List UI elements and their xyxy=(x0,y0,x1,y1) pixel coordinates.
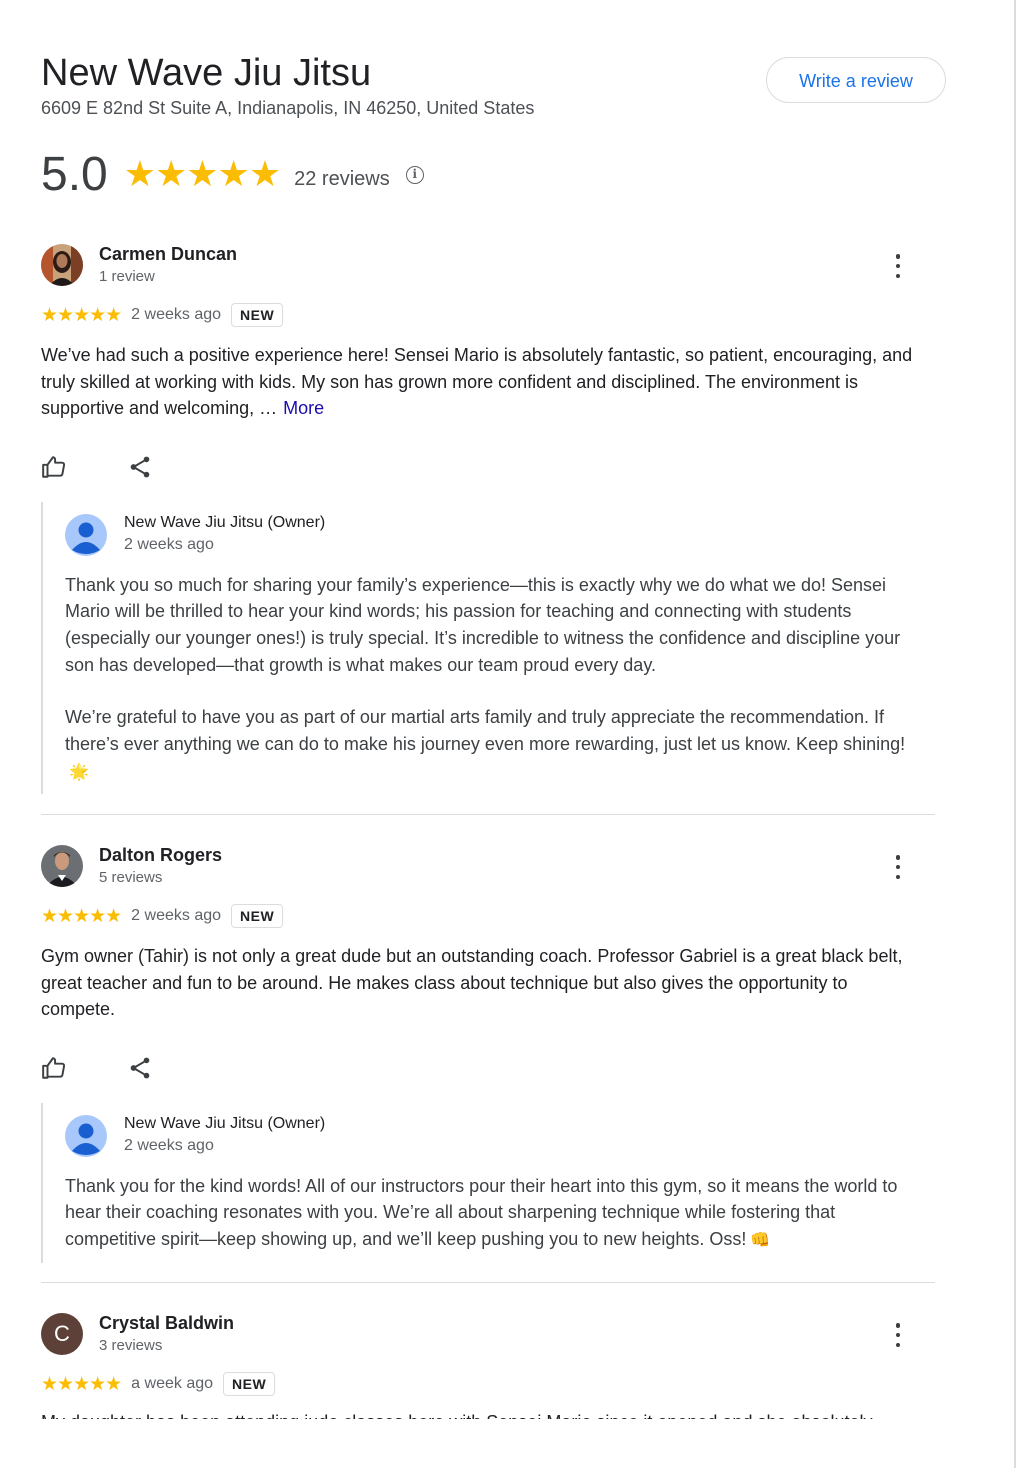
avatar[interactable] xyxy=(41,845,83,887)
avatar[interactable] xyxy=(41,244,83,286)
review-stars: ★★★★★ xyxy=(41,1373,122,1395)
fist-bump-emoji: 👊 xyxy=(750,1231,771,1249)
owner-reply-date: 2 weeks ago xyxy=(124,535,214,553)
review-card: C Crystal Baldwin 3 reviews ★★★★★ a week… xyxy=(41,1313,935,1399)
more-options-icon[interactable] xyxy=(886,1321,910,1349)
owner-reply-paragraph-text: We’re grateful to have you as part of ou… xyxy=(65,707,906,755)
info-icon[interactable]: i xyxy=(405,166,424,184)
owner-reply-header: New Wave Jiu Jitsu (Owner) 2 weeks ago xyxy=(65,1103,935,1159)
write-review-button[interactable]: Write a review xyxy=(766,57,946,103)
new-badge: NEW xyxy=(231,904,284,928)
owner-reply-paragraph-text: Thank you for the kind words! All of our… xyxy=(65,1175,898,1249)
reviewer-header: C Crystal Baldwin 3 reviews xyxy=(41,1313,935,1361)
review-date: 2 weeks ago xyxy=(131,907,222,924)
review-count[interactable]: 22 reviews xyxy=(294,168,390,191)
avatar[interactable]: C xyxy=(41,1313,83,1355)
review-actions xyxy=(41,450,935,490)
review-divider xyxy=(41,1282,935,1283)
review-stars: ★★★★★ xyxy=(41,304,122,326)
thumbs-up-icon[interactable] xyxy=(41,454,67,480)
review-date: 2 weeks ago xyxy=(131,306,222,323)
owner-reply-text: Thank you for the kind words! All of our… xyxy=(65,1173,925,1255)
reviewer-header: Dalton Rogers 5 reviews xyxy=(41,845,935,893)
review-card: Carmen Duncan 1 review ★★★★★ 2 weeks ago… xyxy=(41,244,935,795)
reviewer-name[interactable]: Crystal Baldwin xyxy=(99,1313,234,1334)
owner-avatar xyxy=(65,1114,107,1157)
review-divider xyxy=(41,814,935,815)
reviewer-header: Carmen Duncan 1 review xyxy=(41,244,935,292)
reviewer-review-count: 5 reviews xyxy=(99,869,163,886)
new-badge: NEW xyxy=(223,1372,276,1396)
owner-name: New Wave Jiu Jitsu (Owner) xyxy=(124,513,326,531)
reviewer-review-count: 1 review xyxy=(99,268,155,285)
reviewer-name[interactable]: Carmen Duncan xyxy=(99,244,237,265)
review-date: a week ago xyxy=(131,1375,214,1392)
more-options-icon[interactable] xyxy=(886,853,910,881)
review-rating-row: ★★★★★ 2 weeks ago NEW xyxy=(41,300,935,330)
review-stars: ★★★★★ xyxy=(41,905,122,927)
review-text-truncated: My daughter has been attending judo clas… xyxy=(41,1409,921,1419)
more-options-icon[interactable] xyxy=(886,252,910,280)
share-icon[interactable] xyxy=(127,1055,153,1081)
owner-reply-paragraph: We’re grateful to have you as part of ou… xyxy=(65,704,925,786)
owner-reply: New Wave Jiu Jitsu (Owner) 2 weeks ago T… xyxy=(41,1102,935,1263)
rating-summary: 5.0 ★★★★★ 22 reviews i xyxy=(41,144,424,204)
owner-reply-paragraph: Thank you for the kind words! All of our… xyxy=(65,1173,925,1255)
review-text-body: We’ve had such a positive experience her… xyxy=(41,345,913,418)
owner-reply-date: 2 weeks ago xyxy=(124,1136,214,1154)
average-rating: 5.0 xyxy=(41,147,108,201)
review-rating-row: ★★★★★ 2 weeks ago NEW xyxy=(41,901,935,931)
owner-name: New Wave Jiu Jitsu (Owner) xyxy=(124,1114,326,1132)
review-text: We’ve had such a positive experience her… xyxy=(41,342,921,422)
reviewer-review-count: 3 reviews xyxy=(99,1337,163,1354)
share-icon[interactable] xyxy=(127,454,153,480)
new-badge: NEW xyxy=(231,303,284,327)
owner-reply-text: Thank you so much for sharing your famil… xyxy=(65,572,925,787)
more-link[interactable]: More xyxy=(283,398,324,418)
owner-reply-header: New Wave Jiu Jitsu (Owner) 2 weeks ago xyxy=(65,502,935,558)
thumbs-up-icon[interactable] xyxy=(41,1055,67,1081)
star-rating: ★★★★★ xyxy=(123,153,281,194)
owner-avatar xyxy=(65,513,107,556)
glowing-star-emoji: 🌟 xyxy=(69,763,89,781)
owner-reply: New Wave Jiu Jitsu (Owner) 2 weeks ago T… xyxy=(41,501,935,795)
owner-reply-paragraph: Thank you so much for sharing your famil… xyxy=(65,574,901,675)
review-card: Dalton Rogers 5 reviews ★★★★★ 2 weeks ag… xyxy=(41,845,935,1263)
review-rating-row: ★★★★★ a week ago NEW xyxy=(41,1369,935,1399)
review-actions xyxy=(41,1051,935,1091)
reviewer-name[interactable]: Dalton Rogers xyxy=(99,845,222,866)
review-text: Gym owner (Tahir) is not only a great du… xyxy=(41,946,903,1019)
